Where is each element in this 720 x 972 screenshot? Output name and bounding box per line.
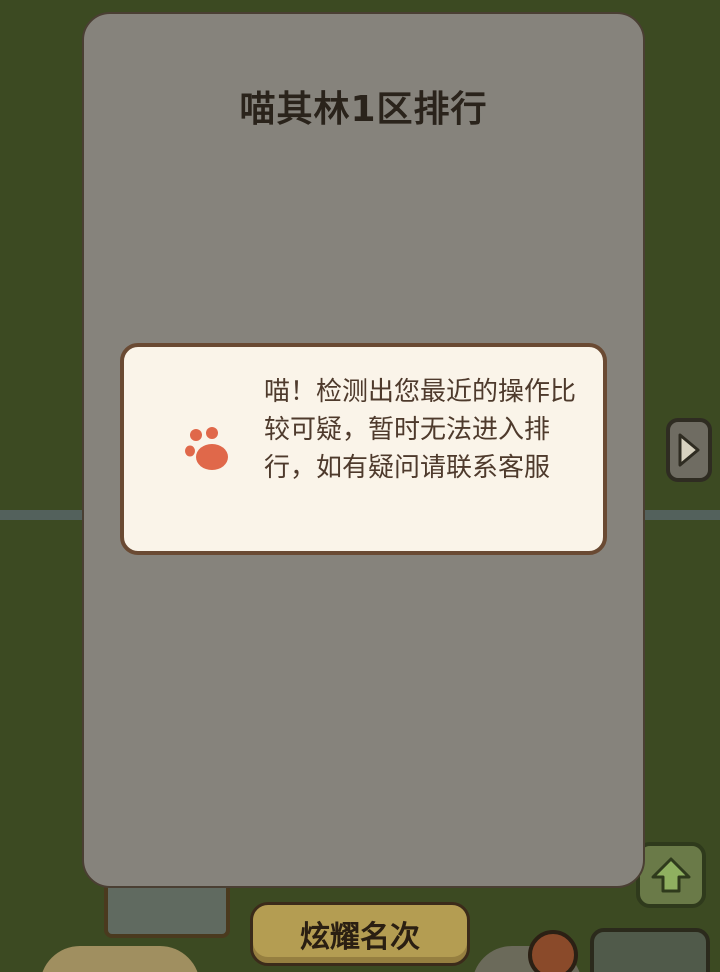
dialog-message: 喵！检测出您最近的操作比较可疑，暂时无法进入排行，如有疑问请联系客服: [264, 377, 577, 483]
chevron-right-icon: [678, 433, 700, 467]
shop-button[interactable]: [590, 928, 710, 972]
fish-tank: [104, 880, 230, 938]
up-arrow-icon: [651, 857, 691, 893]
show-off-rank-button[interactable]: 炫耀名次: [250, 902, 470, 966]
upgrade-button[interactable]: [636, 842, 706, 908]
notification-badge[interactable]: [528, 930, 578, 972]
panel-title: 喵其林1区排行: [239, 89, 488, 130]
paw-icon: [185, 427, 228, 470]
next-arrow-button[interactable]: [666, 418, 712, 482]
food-bowl: [40, 946, 200, 972]
alert-dialog: 喵！检测出您最近的操作比较可疑，暂时无法进入排行，如有疑问请联系客服: [120, 343, 607, 555]
